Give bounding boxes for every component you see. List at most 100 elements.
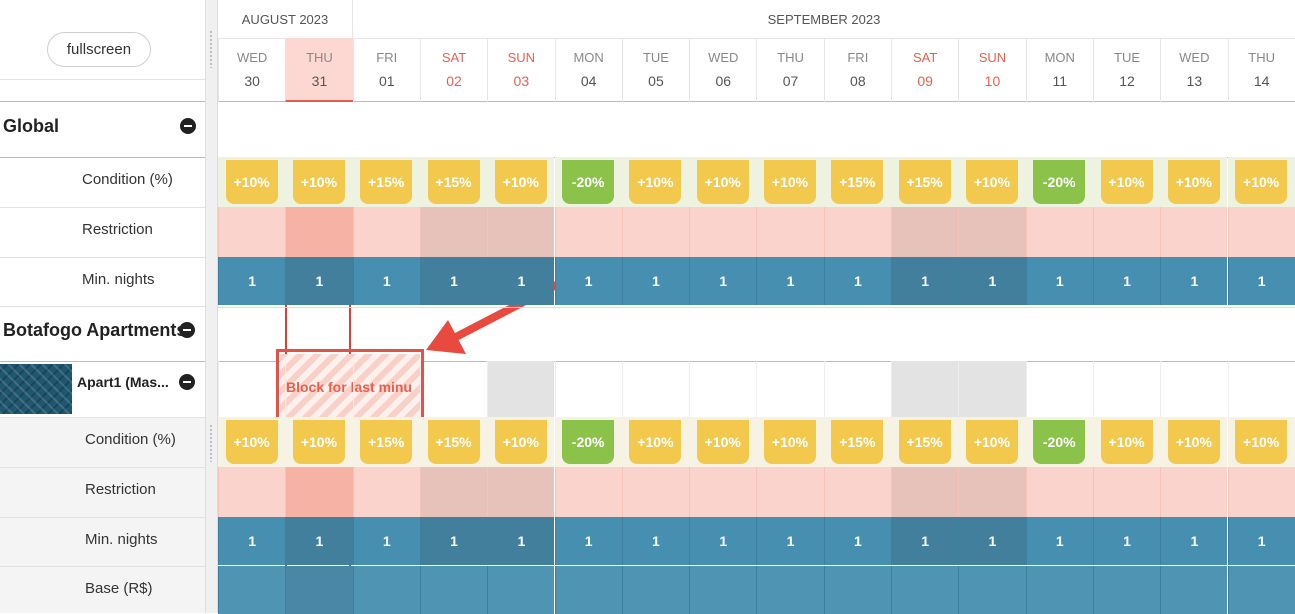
condition-cell[interactable]: +10% xyxy=(1227,417,1295,467)
base-price-cell[interactable] xyxy=(1227,566,1295,614)
condition-cell[interactable]: +10% xyxy=(958,157,1026,207)
availability-cell[interactable] xyxy=(218,361,285,417)
min-nights-cell[interactable]: 1 xyxy=(1025,517,1093,565)
restriction-cell[interactable] xyxy=(891,467,959,517)
condition-cell[interactable]: -20% xyxy=(554,417,622,467)
availability-cell[interactable] xyxy=(958,361,1026,417)
condition-cell[interactable]: +10% xyxy=(1092,157,1161,207)
restriction-cell[interactable] xyxy=(756,467,824,517)
day-header[interactable]: WED 13 xyxy=(1160,38,1227,102)
base-price-cell[interactable] xyxy=(689,566,757,614)
condition-cell[interactable]: +10% xyxy=(1160,157,1228,207)
day-header[interactable]: SUN 03 xyxy=(487,38,554,102)
min-nights-cell[interactable]: 1 xyxy=(1227,517,1295,565)
day-header[interactable]: SAT 02 xyxy=(419,38,487,102)
base-price-cell[interactable] xyxy=(891,566,959,614)
base-price-cell[interactable] xyxy=(419,566,488,614)
availability-cell[interactable] xyxy=(352,361,420,417)
min-nights-cell[interactable]: 1 xyxy=(1092,257,1161,305)
min-nights-cell[interactable]: 1 xyxy=(891,257,959,305)
restriction-cell[interactable] xyxy=(419,207,488,257)
min-nights-cell[interactable]: 1 xyxy=(756,257,824,305)
base-price-cell[interactable] xyxy=(958,566,1026,614)
availability-cell[interactable] xyxy=(756,361,823,417)
restriction-cell[interactable] xyxy=(1227,467,1295,517)
restriction-cell[interactable] xyxy=(218,207,286,257)
availability-cell[interactable] xyxy=(419,361,487,417)
condition-cell[interactable]: -20% xyxy=(1025,417,1093,467)
restriction-cell[interactable] xyxy=(352,467,420,517)
collapse-global-icon[interactable] xyxy=(180,118,196,134)
base-price-cell[interactable] xyxy=(487,566,555,614)
condition-cell[interactable]: +10% xyxy=(487,157,555,207)
condition-cell[interactable]: +10% xyxy=(756,417,824,467)
restriction-cell[interactable] xyxy=(1025,207,1093,257)
restriction-cell[interactable] xyxy=(1092,207,1161,257)
condition-cell[interactable]: +15% xyxy=(352,157,420,207)
day-header[interactable]: SUN 10 xyxy=(958,38,1025,102)
restriction-cell[interactable] xyxy=(487,207,555,257)
min-nights-cell[interactable]: 1 xyxy=(554,257,622,305)
restriction-cell[interactable] xyxy=(823,207,891,257)
restriction-cell[interactable] xyxy=(487,467,555,517)
condition-cell[interactable]: +10% xyxy=(285,417,353,467)
day-header[interactable]: MON 04 xyxy=(554,38,622,102)
collapse-property-icon[interactable] xyxy=(179,322,195,338)
base-price-cell[interactable] xyxy=(218,566,286,614)
min-nights-cell[interactable]: 1 xyxy=(487,517,555,565)
availability-cell[interactable] xyxy=(285,361,352,417)
condition-cell[interactable]: +10% xyxy=(689,157,757,207)
availability-cell[interactable] xyxy=(487,361,555,417)
condition-cell[interactable]: +10% xyxy=(1227,157,1295,207)
base-price-cell[interactable] xyxy=(823,566,891,614)
base-price-cell[interactable] xyxy=(1025,566,1093,614)
restriction-cell[interactable] xyxy=(554,207,622,257)
min-nights-cell[interactable]: 1 xyxy=(689,517,757,565)
min-nights-cell[interactable]: 1 xyxy=(1160,257,1228,305)
condition-cell[interactable]: +10% xyxy=(285,157,353,207)
day-header[interactable]: WED 30 xyxy=(218,38,285,102)
restriction-cell[interactable] xyxy=(554,467,622,517)
availability-cell[interactable] xyxy=(554,361,622,417)
day-header[interactable]: SAT 09 xyxy=(891,38,958,102)
condition-cell[interactable]: +15% xyxy=(891,157,959,207)
restriction-cell[interactable] xyxy=(352,207,420,257)
min-nights-cell[interactable]: 1 xyxy=(756,517,824,565)
min-nights-cell[interactable]: 1 xyxy=(285,257,353,305)
condition-cell[interactable]: +15% xyxy=(419,157,488,207)
day-header[interactable]: MON 11 xyxy=(1025,38,1093,102)
fullscreen-button[interactable]: fullscreen xyxy=(47,32,151,67)
min-nights-cell[interactable]: 1 xyxy=(958,257,1026,305)
restriction-cell[interactable] xyxy=(823,467,891,517)
min-nights-cell[interactable]: 1 xyxy=(1227,257,1295,305)
condition-cell[interactable]: +10% xyxy=(1160,417,1228,467)
condition-cell[interactable]: +10% xyxy=(621,417,690,467)
condition-cell[interactable]: +10% xyxy=(1092,417,1161,467)
restriction-cell[interactable] xyxy=(621,467,690,517)
min-nights-cell[interactable]: 1 xyxy=(419,517,488,565)
min-nights-cell[interactable]: 1 xyxy=(958,517,1026,565)
min-nights-cell[interactable]: 1 xyxy=(823,517,891,565)
condition-cell[interactable]: +10% xyxy=(621,157,690,207)
condition-cell[interactable]: -20% xyxy=(554,157,622,207)
condition-cell[interactable]: +15% xyxy=(419,417,488,467)
restriction-cell[interactable] xyxy=(218,467,286,517)
day-header[interactable]: FRI 08 xyxy=(823,38,891,102)
condition-cell[interactable]: +15% xyxy=(823,157,891,207)
base-price-cell[interactable] xyxy=(621,566,690,614)
availability-cell[interactable] xyxy=(1227,361,1295,417)
min-nights-cell[interactable]: 1 xyxy=(1025,257,1093,305)
min-nights-cell[interactable]: 1 xyxy=(1160,517,1228,565)
day-header[interactable]: THU 31 xyxy=(285,38,353,102)
base-price-cell[interactable] xyxy=(352,566,420,614)
min-nights-cell[interactable]: 1 xyxy=(689,257,757,305)
availability-cell[interactable] xyxy=(1025,361,1093,417)
restriction-cell[interactable] xyxy=(1160,207,1228,257)
condition-cell[interactable]: +10% xyxy=(689,417,757,467)
restriction-cell[interactable] xyxy=(689,467,757,517)
condition-cell[interactable]: +10% xyxy=(218,157,286,207)
condition-cell[interactable]: -20% xyxy=(1025,157,1093,207)
availability-cell[interactable] xyxy=(823,361,891,417)
min-nights-cell[interactable]: 1 xyxy=(1092,517,1161,565)
availability-cell[interactable] xyxy=(1092,361,1160,417)
